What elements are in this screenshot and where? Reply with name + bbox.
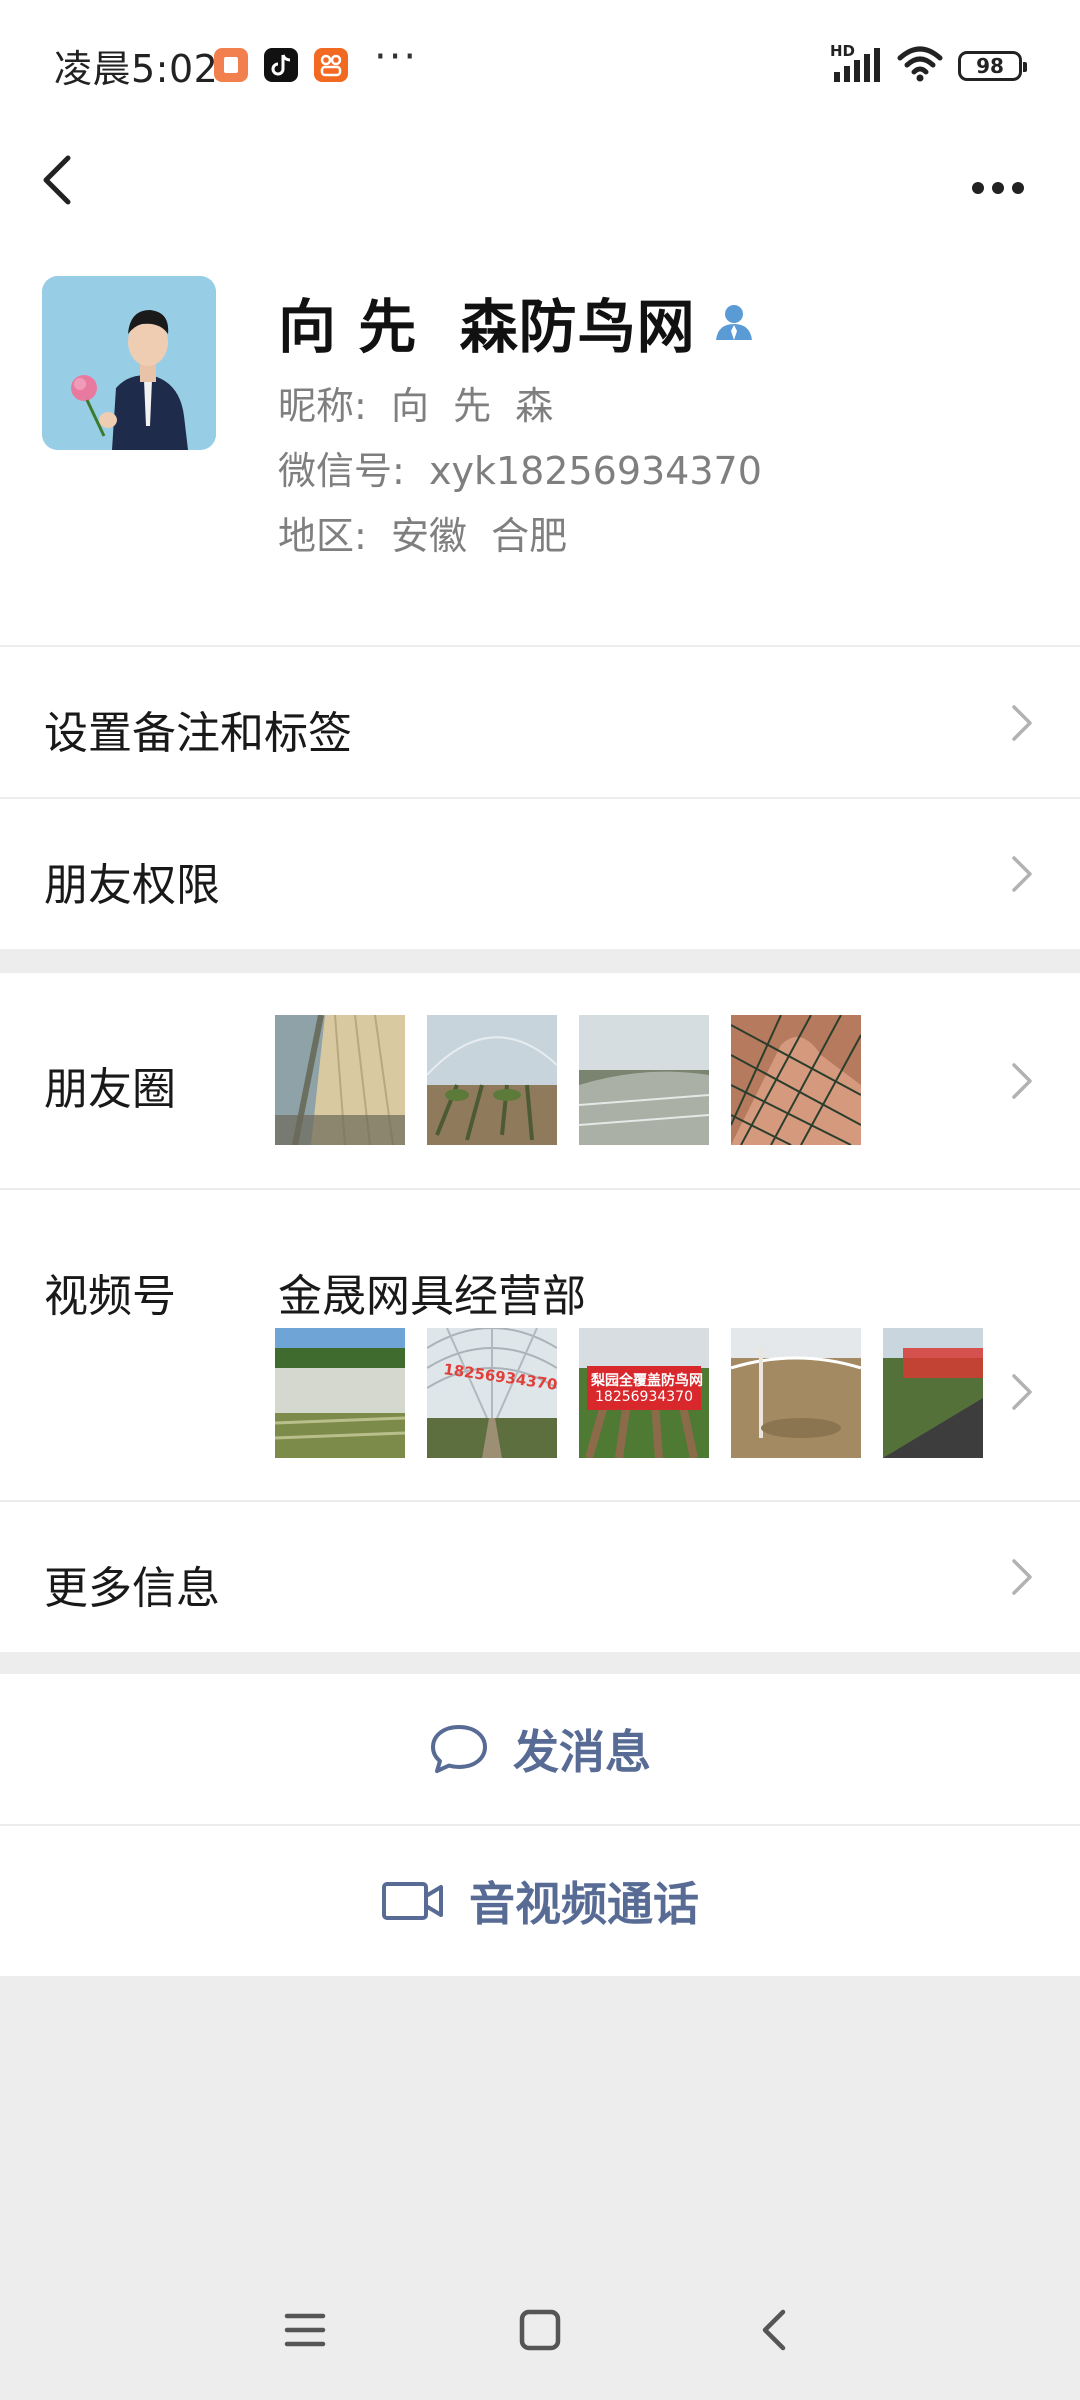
red-app-icon [214,48,248,82]
back-nav-button[interactable] [745,2300,805,2360]
moments-photo-3[interactable] [579,1015,709,1145]
channel-video-1[interactable] [275,1328,405,1458]
more-info-label: 更多信息 [44,1563,220,1614]
friend-permissions-row[interactable]: 朋友权限 [0,799,1080,949]
contact-badge-icon [712,300,756,344]
chevron-left-icon [43,155,71,205]
send-message-label: 发消息 [513,1725,651,1779]
moments-photo-2[interactable] [427,1015,557,1145]
status-time: 凌晨5:02 [54,47,219,91]
battery-indicator: 98 [958,51,1027,81]
channel-video-3[interactable]: 梨园全覆盖防鸟网 18256934370 [579,1328,709,1458]
back-arrow-icon [762,2309,786,2351]
display-name: 向 先 森防鸟网 [278,293,696,361]
region-text: 地区: 安徽 合肥 [278,514,568,558]
profile-card: 向 先 森防鸟网 昵称: 向 先 森 微信号: xyk18256934370 地… [0,240,1080,645]
channel-video-3-title: 梨园全覆盖防鸟网 [591,1373,703,1389]
moments-photo-4[interactable] [731,1015,861,1145]
more-info-row[interactable]: 更多信息 [0,1502,1080,1652]
chevron-right-icon [1012,705,1032,741]
moments-row[interactable]: 朋友圈 [0,973,1080,1188]
moments-photo-1[interactable] [275,1015,405,1145]
chevron-right-icon [1012,1063,1032,1099]
video-camera-icon [382,1882,443,1920]
chevron-right-icon [1012,856,1032,892]
channels-row[interactable]: 视频号 金晟网具经营部 18256934370 梨园全覆盖防鸟网 1825693… [0,1190,1080,1500]
signal-icon: HD [830,42,882,86]
status-indicators: HD 98 [830,42,1027,88]
status-bar: 凌晨5:02 ··· HD 98 [0,0,1080,130]
more-button[interactable] [960,150,1040,210]
menu-icon [284,2313,326,2347]
remarks-tags-row[interactable]: 设置备注和标签 [0,645,1080,797]
home-nav-button[interactable] [510,2300,570,2360]
chevron-right-icon [1012,1559,1032,1595]
chat-bubble-icon [431,1725,487,1773]
chevron-right-icon [1012,1374,1032,1410]
channel-video-3-phone: 18256934370 [595,1389,693,1405]
remarks-tags-label: 设置备注和标签 [44,708,352,759]
wifi-icon [896,44,944,88]
moments-label: 朋友圈 [44,1064,176,1115]
contact-profile-screen: 凌晨5:02 ··· HD 98 向 先 森防鸟网 昵称: 向 先 森 微信号:… [0,0,1080,2400]
channel-video-2[interactable]: 18256934370 [427,1328,557,1458]
back-button[interactable] [30,140,110,220]
video-call-button[interactable]: 音视频通话 [0,1826,1080,1976]
status-more-notifications: ··· [374,34,419,80]
video-call-label: 音视频通话 [469,1877,699,1931]
send-message-button[interactable]: 发消息 [0,1674,1080,1824]
profile-name-row: 向 先 森防鸟网 [278,280,756,364]
channel-video-5[interactable] [883,1328,983,1458]
tiktok-icon [264,48,298,82]
nickname-text: 昵称: 向 先 森 [278,384,554,428]
home-square-icon [519,2309,561,2351]
menu-nav-button[interactable] [275,2300,335,2360]
orange-app-icon [314,48,348,82]
channel-video-4[interactable] [731,1328,861,1458]
channels-label: 视频号 [44,1271,176,1322]
more-horizontal-icon [972,182,1024,194]
wechat-id-text: 微信号: xyk18256934370 [278,449,762,493]
top-nav [0,130,1080,240]
channel-name: 金晟网具经营部 [278,1271,586,1322]
friend-permissions-label: 朋友权限 [44,860,220,911]
avatar[interactable] [42,276,216,450]
